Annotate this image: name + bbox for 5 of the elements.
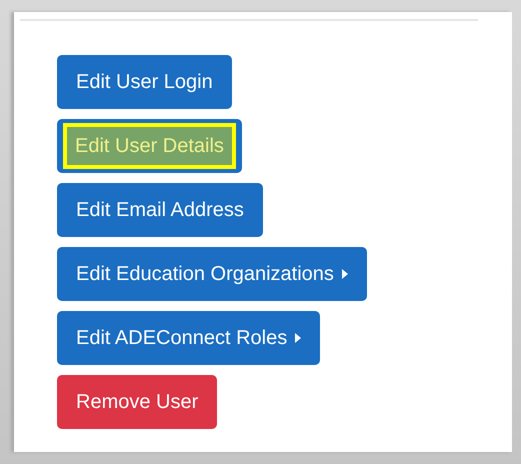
- action-button[interactable]: Edit User Login: [57, 55, 232, 109]
- action-button[interactable]: Edit ADEConnect Roles: [57, 311, 320, 365]
- action-button[interactable]: Remove User: [57, 375, 218, 429]
- action-button[interactable]: Edit Education Organizations: [57, 247, 367, 301]
- action-button[interactable]: Edit Email Address: [57, 183, 263, 237]
